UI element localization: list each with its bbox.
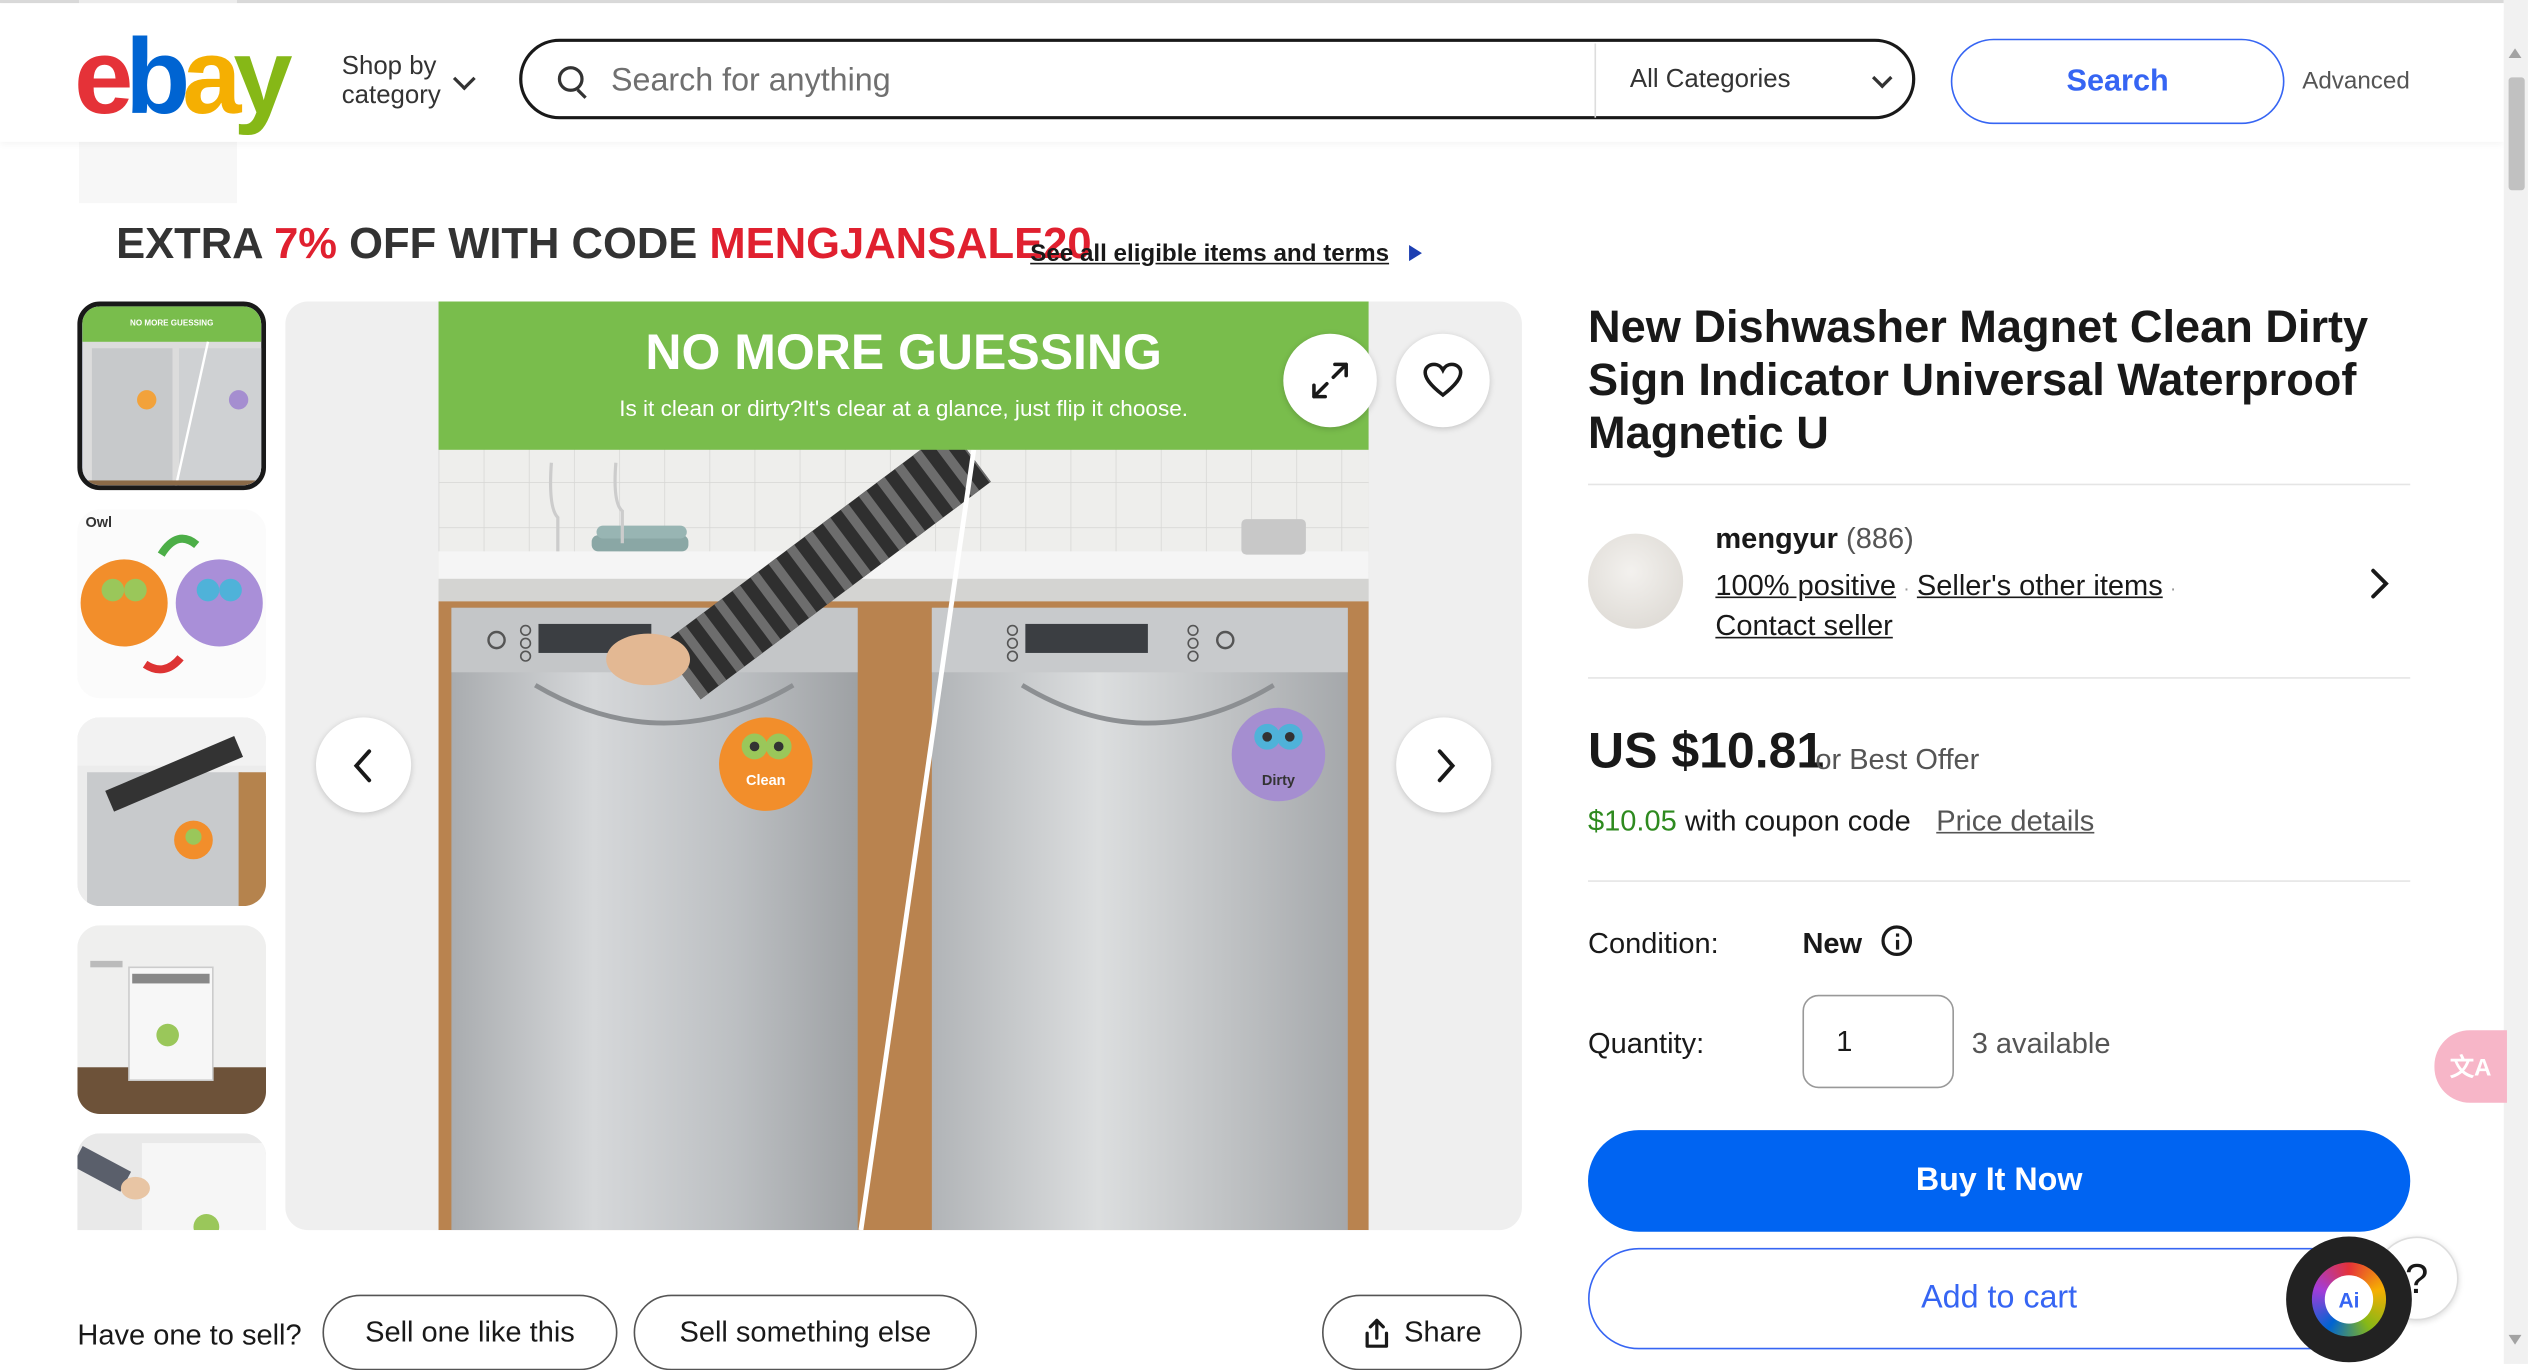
best-offer-label: or Best Offer	[1815, 743, 1980, 776]
advanced-search-link[interactable]: Advanced	[2302, 68, 2410, 95]
divider	[1588, 677, 2411, 679]
watch-button[interactable]	[1396, 333, 1490, 428]
promo-percent: 7%	[274, 219, 338, 268]
scrollbar-thumb[interactable]	[2508, 77, 2525, 191]
seller-links: 100% positive · Seller's other items ·	[1715, 569, 2176, 603]
previous-image-button[interactable]	[315, 717, 412, 813]
info-icon-bar	[1895, 939, 1899, 949]
buy-it-now-button[interactable]: Buy It Now	[1588, 1130, 2411, 1232]
shop-by-label: Shop by	[341, 53, 437, 81]
condition-value: New	[1802, 927, 1863, 960]
search-icon	[557, 66, 584, 92]
info-icon-dot	[1895, 933, 1899, 937]
seller-name[interactable]: mengyur	[1715, 522, 1838, 554]
item-price: US $10.81	[1588, 722, 1825, 779]
expand-image-button[interactable]	[1283, 333, 1377, 428]
item-title: New Dishwasher Magnet Clean Dirty Sign I…	[1588, 301, 2369, 458]
scroll-down-arrow-icon[interactable]	[2508, 1334, 2522, 1345]
magnet-clean-label: Clean	[746, 772, 786, 789]
divider	[1588, 483, 2411, 486]
play-arrow-icon[interactable]	[1409, 245, 1422, 262]
ai-ring-icon: Ai	[2311, 1262, 2387, 1337]
thumbnail-5-image	[77, 1133, 267, 1231]
chevron-left-icon	[352, 748, 371, 782]
feedback-percent-link[interactable]: 100% positive	[1715, 569, 1896, 601]
quantity-input[interactable]	[1802, 994, 1954, 1089]
magnet-dirty-label: Dirty	[1261, 772, 1295, 789]
search-input[interactable]	[611, 59, 1563, 102]
available-count: 3 available	[1971, 1026, 2111, 1060]
thumbnail-1-banner: NO MORE GUESSING	[130, 319, 214, 329]
logo-letter-a: a	[182, 16, 241, 136]
thumbnail-3-image	[77, 717, 267, 907]
separator-dot: ·	[1903, 577, 1910, 600]
thumbnail-2-label: Owl	[85, 514, 113, 531]
translate-widget-button[interactable]: 文A	[2434, 1030, 2507, 1103]
image-banner-title: NO MORE GUESSING	[645, 324, 1162, 381]
expand-icon	[1312, 362, 1348, 399]
ebay-logo[interactable]: ebay	[74, 16, 292, 136]
contact-seller-wrap: Contact seller	[1715, 609, 1892, 643]
thumbnail-3[interactable]	[77, 717, 267, 907]
ai-label: Ai	[2324, 1275, 2374, 1324]
product-photo	[438, 301, 1369, 1231]
price-details-link[interactable]: Price details	[1936, 804, 2094, 838]
promo-middle: OFF WITH CODE	[337, 219, 710, 268]
share-icon	[1365, 1317, 1389, 1347]
share-label: Share	[1404, 1315, 1482, 1348]
chevron-right-icon	[1436, 748, 1455, 782]
sell-one-like-this-button[interactable]: Sell one like this	[322, 1294, 618, 1370]
sell-something-else-button[interactable]: Sell something else	[633, 1294, 977, 1370]
category-select[interactable]: All Categories	[1630, 66, 1791, 95]
seller-info: mengyur (886)	[1715, 522, 1913, 556]
thumbnail-4[interactable]	[77, 925, 267, 1115]
seller-card-chevron[interactable]	[2363, 564, 2395, 611]
next-image-button[interactable]	[1396, 717, 1492, 813]
thumbnail-4-image	[77, 925, 267, 1115]
seller-feedback-count[interactable]: (886)	[1846, 522, 1914, 554]
info-icon[interactable]	[1881, 925, 1913, 957]
have-one-to-sell-label: Have one to sell?	[77, 1318, 302, 1352]
thumbnail-5[interactable]	[77, 1133, 267, 1231]
logo-letter-b: b	[125, 16, 190, 136]
promo-prefix: EXTRA	[116, 219, 275, 268]
seller-avatar[interactable]	[1588, 533, 1684, 629]
chevron-right-icon	[2371, 568, 2389, 599]
coupon-line: $10.05 with coupon code	[1588, 804, 1911, 838]
image-banner-subtitle: Is it clean or dirty?It's clear at a gla…	[619, 394, 1189, 421]
divider	[1588, 880, 2411, 882]
shop-by-category-button[interactable]: Shop by category	[342, 53, 441, 111]
promo-terms-link[interactable]: See all eligible items and terms	[1030, 240, 1389, 267]
logo-letter-e: e	[74, 16, 133, 136]
thumbnail-1[interactable]: NO MORE GUESSING	[77, 301, 267, 491]
seller-other-items-link[interactable]: Seller's other items	[1917, 569, 2163, 601]
search-divider	[1594, 43, 1597, 118]
separator-dot: ·	[2169, 577, 2177, 600]
share-button[interactable]: Share	[1322, 1294, 1522, 1370]
condition-label: Condition:	[1588, 927, 1719, 960]
ai-assistant-button[interactable]: Ai	[2286, 1236, 2412, 1363]
thumbnail-1-image	[82, 306, 262, 486]
thumbnail-2-image	[77, 509, 267, 699]
main-product-image[interactable]: NO MORE GUESSING Is it clean or dirty?It…	[438, 301, 1369, 1231]
heart-icon	[1423, 362, 1463, 398]
logo-letter-y: y	[233, 16, 292, 136]
coupon-text: with coupon code	[1676, 804, 1911, 837]
scroll-up-arrow-icon[interactable]	[2508, 48, 2522, 59]
quantity-label: Quantity:	[1588, 1026, 1705, 1060]
promo-banner: EXTRA 7% OFF WITH CODE MENGJANSALE20	[116, 219, 1092, 269]
category-label: category	[341, 82, 441, 110]
search-button[interactable]: Search	[1950, 38, 2285, 125]
translate-icon: 文A	[2449, 1054, 2492, 1082]
contact-seller-link[interactable]: Contact seller	[1715, 609, 1892, 641]
thumbnail-2[interactable]: Owl	[77, 509, 267, 699]
coupon-price: $10.05	[1588, 804, 1677, 837]
scrollbar-track[interactable]	[2503, 0, 2528, 1364]
